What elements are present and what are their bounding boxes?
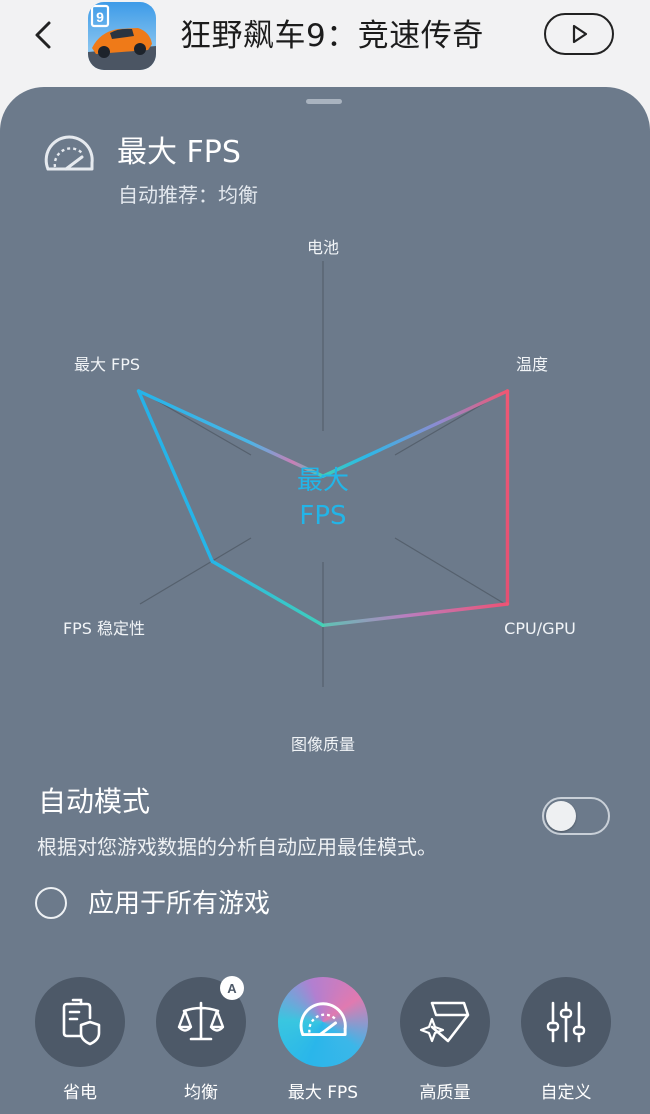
sliders-icon — [546, 1001, 586, 1043]
mode-label-power-saving: 省电 — [63, 1083, 97, 1103]
axis-label-fps-stability: FPS 稳定性 — [63, 619, 145, 638]
app-icon: 9 — [88, 2, 156, 70]
mode-selector: 省电 A 均衡 最大 FPS 高质量 自定义 — [0, 976, 650, 1114]
radar-center-label-line1: 最大 — [297, 466, 349, 496]
mode-button-high-quality[interactable] — [400, 977, 490, 1067]
radar-vertex — [210, 559, 214, 563]
radar-edge — [136, 389, 325, 478]
mode-label-high-quality: 高质量 — [419, 1083, 471, 1103]
auto-mode-toggle[interactable] — [542, 797, 610, 835]
toggle-knob — [546, 801, 576, 831]
mode-label-balanced: 均衡 — [184, 1083, 218, 1103]
chevron-left-icon — [35, 21, 51, 49]
auto-mode-description: 根据对您游戏数据的分析自动应用最佳模式。 — [37, 835, 437, 859]
axis-label-image-quality: 图像质量 — [291, 735, 355, 754]
apply-all-radio[interactable] — [35, 887, 67, 919]
balance-scale-icon — [177, 1001, 225, 1041]
axis-label-temperature: 温度 — [516, 355, 548, 374]
radar-vertex — [136, 389, 141, 393]
axis-label-battery: 电池 — [307, 238, 339, 257]
radar-edge — [321, 389, 510, 478]
apply-all-label[interactable]: 应用于所有游戏 — [88, 887, 270, 921]
play-icon — [572, 24, 588, 44]
play-button[interactable] — [544, 13, 614, 55]
radar-vertex — [505, 389, 510, 393]
axis-label-cpu-gpu: CPU/GPU — [504, 619, 576, 638]
mode-button-custom[interactable] — [521, 977, 611, 1067]
mode-button-power-saving[interactable] — [35, 977, 125, 1067]
auto-recommended-badge: A — [220, 976, 244, 1000]
header: 9 狂野飙车9：竞速传奇 — [0, 0, 650, 80]
speedometer-icon — [299, 1002, 347, 1036]
axis-label-max-fps: 最大 FPS — [74, 355, 140, 374]
mode-label-custom: 自定义 — [540, 1083, 592, 1103]
game-mode-panel: 最大 FPS 自动推荐：均衡 电池 温度 CPU/GPU 图像质量 FPS 稳定… — [0, 87, 650, 1114]
radar-vertex — [321, 623, 325, 627]
app-title: 狂野飙车9：竞速传奇 — [180, 18, 484, 54]
radar-edge — [321, 602, 510, 627]
radar-edge — [136, 389, 215, 564]
mode-label-max-fps: 最大 FPS — [287, 1083, 359, 1103]
diamond-sparkle-icon — [419, 1001, 470, 1043]
auto-mode-title: 自动模式 — [38, 785, 151, 818]
radar-center-label-line2: FPS — [299, 501, 346, 531]
radar-edge — [210, 559, 325, 627]
mode-button-max-fps[interactable] — [278, 977, 368, 1067]
radar-chart: 电池 温度 CPU/GPU 图像质量 FPS 稳定性 最大 FPS 最大 FPS — [63, 238, 576, 754]
battery-shield-icon — [62, 998, 101, 1046]
back-button[interactable] — [26, 18, 60, 52]
svg-text:9: 9 — [96, 9, 104, 25]
radar-vertex — [505, 602, 510, 606]
